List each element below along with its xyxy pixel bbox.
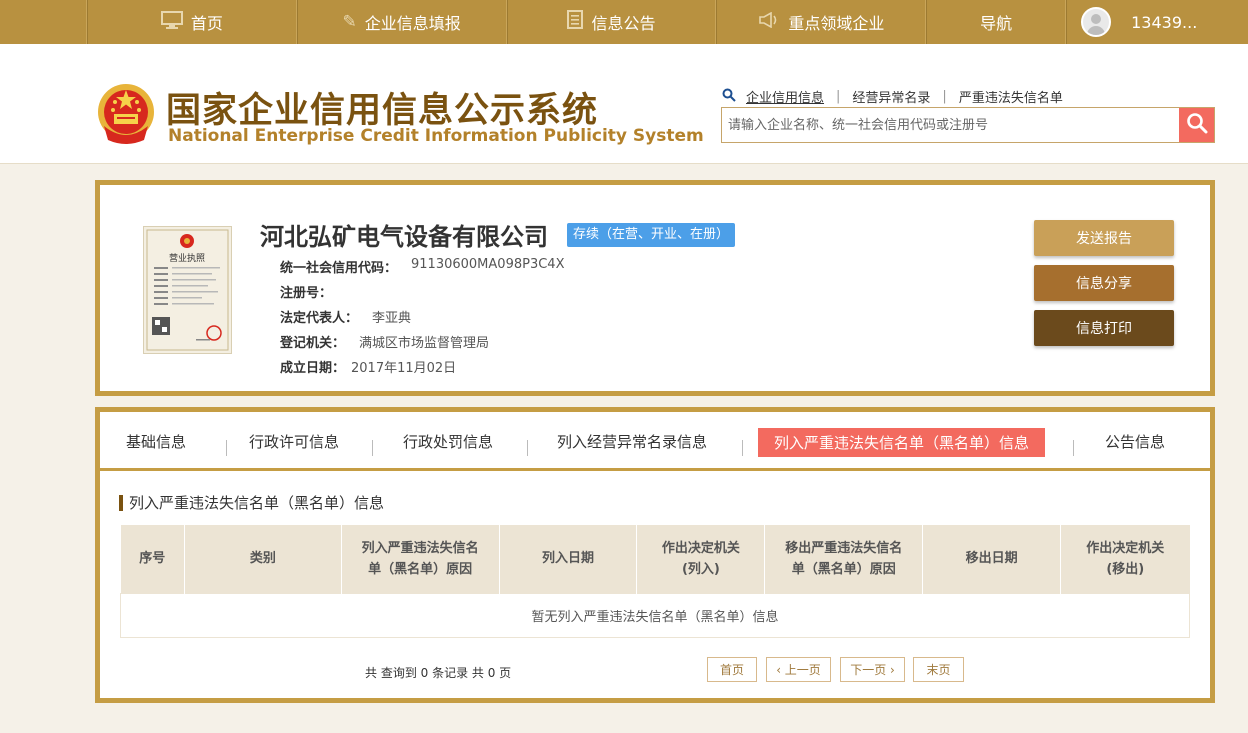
info-value: 李亚典 — [372, 311, 412, 326]
column-header: 列入严重违法失信名单（黑名单）原因 — [341, 525, 500, 593]
last-page-button[interactable]: 末页 — [913, 657, 964, 682]
license-title-text: 营业执照 — [169, 252, 205, 264]
next-page-button[interactable]: 下一页 › — [840, 657, 905, 682]
site-header: 国家企业信用信息公示系统 National Enterprise Credit … — [0, 44, 1248, 164]
search-icon — [1186, 112, 1208, 138]
search-icon — [722, 88, 736, 106]
tab-blacklist[interactable]: 列入严重违法失信名单（黑名单）信息 — [758, 428, 1046, 457]
nav-announcement-label: 信息公告 — [591, 14, 656, 33]
quick-link-abnormal-list[interactable]: 经营异常名录 — [852, 87, 930, 106]
nav-home-label: 首页 — [190, 14, 223, 33]
info-value: 91130600MA098P3C4X — [411, 257, 565, 272]
column-header: 移出严重违法失信名单（黑名单）原因 — [764, 525, 924, 593]
divider — [1073, 440, 1074, 456]
share-info-button[interactable]: 信息分享 — [1034, 265, 1174, 301]
search-box — [721, 107, 1215, 143]
search-input[interactable] — [722, 108, 1180, 142]
avatar[interactable] — [1081, 7, 1112, 37]
info-label: 注册号： — [280, 286, 333, 301]
info-label: 成立日期： — [280, 361, 346, 376]
nav-home[interactable]: 首页 — [86, 0, 297, 44]
divider — [372, 440, 373, 456]
nav-announcement[interactable]: 信息公告 — [506, 0, 717, 44]
tab-basic-info[interactable]: 基础信息 — [126, 431, 186, 452]
nav-guide[interactable]: 导航 — [926, 0, 1067, 44]
divider — [742, 440, 743, 456]
section-title: 列入严重违法失信名单（黑名单）信息 — [119, 495, 384, 511]
tab-announcements[interactable]: 公告信息 — [1105, 431, 1165, 452]
divider — [527, 440, 528, 456]
top-nav: 首页 ✎ 企业信息填报 信息公告 重点领域企业 导航 13439... — [0, 0, 1248, 44]
info-row-established: 成立日期： 2017年11月02日 — [280, 357, 456, 376]
info-row-reg-number: 注册号： — [280, 282, 346, 301]
tab-content: 列入严重违法失信名单（黑名单）信息 序号 类别 列入严重违法失信名单（黑名单）原… — [100, 471, 1210, 698]
nav-enterprise-report-label: 企业信息填报 — [364, 14, 461, 33]
tab-abnormal-list[interactable]: 列入经营异常名录信息 — [557, 431, 707, 452]
nav-key-sector-label: 重点领域企业 — [788, 14, 885, 33]
prev-page-button[interactable]: ‹ 上一页 — [766, 657, 831, 682]
tab-bar: 基础信息 行政许可信息 行政处罚信息 列入经营异常名录信息 列入严重违法失信名单… — [100, 412, 1210, 468]
first-page-button[interactable]: 首页 — [707, 657, 757, 682]
column-header: 移出日期 — [922, 525, 1062, 593]
info-label: 法定代表人： — [280, 311, 359, 326]
user-menu[interactable]: 13439... — [1066, 0, 1248, 44]
empty-message: 暂无列入严重违法失信名单（黑名单）信息 — [120, 592, 1190, 638]
info-value: 满城区市场监督管理局 — [359, 336, 490, 351]
column-header: 类别 — [184, 525, 342, 593]
company-card: 营业执照 河北弘矿电气设备有限公司 存续（在营、开业、在册） 统一社会信用代码：… — [95, 180, 1215, 396]
info-row-legal-rep: 法定代表人： 李亚典 — [280, 307, 411, 326]
table-row: 暂无列入严重违法失信名单（黑名单）信息 — [120, 592, 1190, 638]
quick-link-credit-info[interactable]: 企业信用信息 — [746, 87, 824, 106]
print-info-button[interactable]: 信息打印 — [1034, 310, 1174, 346]
tab-admin-license[interactable]: 行政许可信息 — [249, 431, 339, 452]
nav-guide-label: 导航 — [980, 14, 1013, 33]
info-label: 统一社会信用代码： — [280, 261, 398, 276]
monitor-icon — [160, 10, 183, 34]
pager-info: 共 查询到 0 条记录 共 0 页 — [365, 666, 512, 680]
send-report-button[interactable]: 发送报告 — [1034, 220, 1174, 256]
pen-icon: ✎ — [342, 12, 357, 32]
national-emblem-logo — [96, 82, 156, 146]
column-header: 作出决定机关(列入) — [636, 525, 766, 593]
info-row-authority: 登记机关： 满城区市场监督管理局 — [280, 332, 489, 351]
document-icon — [567, 10, 584, 34]
nav-enterprise-report[interactable]: ✎ 企业信息填报 — [296, 0, 507, 44]
quick-links: 企业信用信息 | 经营异常名录 | 严重违法失信名单 — [722, 87, 1063, 106]
nav-key-sector[interactable]: 重点领域企业 — [716, 0, 927, 44]
status-badge: 存续（在营、开业、在册） — [567, 223, 736, 247]
quick-link-blacklist[interactable]: 严重违法失信名单 — [959, 87, 1063, 106]
user-name[interactable]: 13439... — [1131, 13, 1197, 32]
divider: | — [836, 89, 841, 104]
company-name: 河北弘矿电气设备有限公司 — [260, 223, 548, 251]
tab-admin-penalty[interactable]: 行政处罚信息 — [403, 431, 493, 452]
divider: | — [942, 89, 947, 104]
site-title-en: National Enterprise Credit Information P… — [168, 126, 704, 146]
info-row-credit-code: 统一社会信用代码： 91130600MA098P3C4X — [280, 257, 564, 276]
column-header: 序号 — [120, 525, 185, 593]
divider — [226, 440, 227, 456]
megaphone-icon — [758, 11, 780, 33]
column-header: 列入日期 — [499, 525, 638, 593]
info-label: 登记机关： — [280, 336, 346, 351]
table-header-row: 序号 类别 列入严重违法失信名单（黑名单）原因 列入日期 作出决定机关(列入) … — [120, 525, 1190, 593]
column-header: 作出决定机关(移出) — [1060, 525, 1190, 593]
left-spacer — [0, 0, 87, 44]
blacklist-table: 序号 类别 列入严重违法失信名单（黑名单）原因 列入日期 作出决定机关(列入) … — [120, 525, 1190, 638]
business-license-image[interactable]: 营业执照 — [143, 226, 232, 354]
detail-panel: 基础信息 行政许可信息 行政处罚信息 列入经营异常名录信息 列入严重违法失信名单… — [95, 407, 1215, 703]
search-button[interactable] — [1179, 108, 1214, 142]
info-value: 2017年11月02日 — [351, 361, 457, 376]
